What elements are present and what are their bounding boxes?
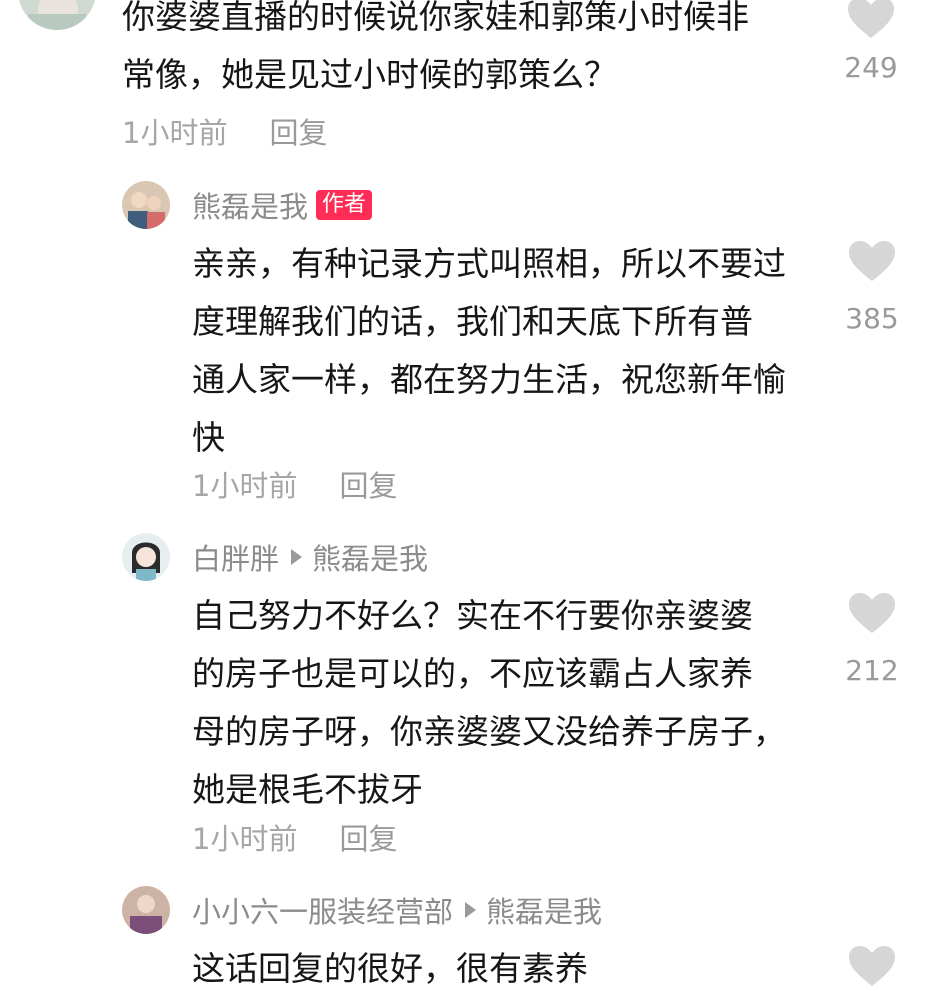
like-button[interactable]: 212 — [845, 592, 899, 687]
comment-text: 自己努力不好么？实在不行要你亲婆婆 的房子也是可以的，不应该霸占人家养 母的房子… — [192, 596, 786, 809]
avatar[interactable] — [122, 181, 170, 229]
comment-time: 1小时前 — [192, 822, 298, 856]
comment-meta: 1小时前 回复 — [192, 463, 397, 505]
like-button[interactable] — [845, 945, 899, 987]
reply-button[interactable]: 回复 — [339, 463, 397, 505]
avatar[interactable] — [122, 886, 170, 934]
comment-meta: 1小时前 回复 — [122, 110, 327, 152]
comment-meta: 1小时前 回复 — [192, 816, 397, 858]
heart-icon[interactable] — [845, 240, 899, 282]
like-count: 249 — [844, 51, 898, 84]
avatar[interactable] — [18, 0, 96, 30]
author-row: 小小六一服装经营部 熊磊是我 — [192, 890, 602, 930]
reply-to-name[interactable]: 熊磊是我 — [486, 889, 602, 931]
like-button[interactable]: 385 — [845, 240, 899, 335]
avatar[interactable] — [122, 533, 170, 581]
comment-time: 1小时前 — [192, 469, 298, 503]
author-name[interactable]: 小小六一服装经营部 — [192, 889, 453, 931]
like-button[interactable]: 249 — [844, 0, 898, 84]
comment-text: 亲亲，有种记录方式叫照相，所以不要过 度理解我们的话，我们和天底下所有普 通人家… — [192, 244, 786, 457]
comment-text: 你婆婆直播的时候说你家娃和郭策小时候非 常像，她是见过小时候的郭策么？ — [122, 0, 749, 94]
author-name[interactable]: 白胖胖 — [192, 536, 279, 578]
reply-to-name[interactable]: 熊磊是我 — [312, 536, 428, 578]
author-name[interactable]: 熊磊是我 — [192, 184, 308, 226]
comment-time: 1小时前 — [122, 116, 228, 150]
author-row: 熊磊是我 作者 — [192, 184, 373, 226]
reply-button[interactable]: 回复 — [339, 816, 397, 858]
heart-icon[interactable] — [844, 0, 898, 39]
reply-arrow-icon — [291, 549, 303, 565]
author-badge: 作者 — [316, 190, 373, 220]
like-count: 212 — [845, 654, 899, 687]
reply-arrow-icon — [465, 902, 477, 918]
heart-icon[interactable] — [845, 945, 899, 987]
heart-icon[interactable] — [845, 592, 899, 634]
author-row: 白胖胖 熊磊是我 — [192, 537, 428, 577]
like-count: 385 — [845, 302, 899, 335]
reply-button[interactable]: 回复 — [269, 110, 327, 152]
comment-text: 这话回复的很好，很有素养 — [192, 949, 588, 988]
